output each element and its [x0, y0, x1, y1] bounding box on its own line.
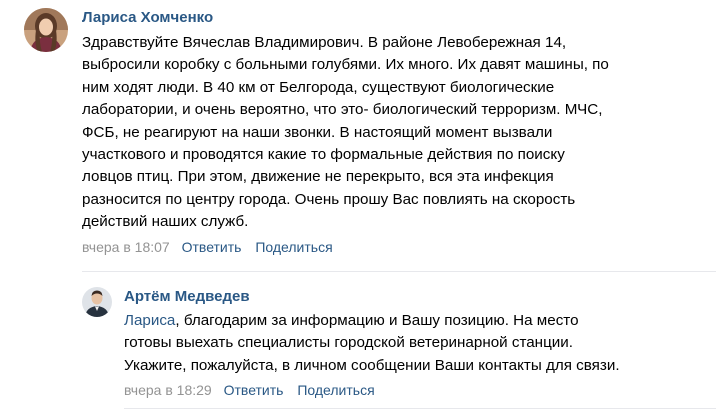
comment-body: Артём Медведев Лариса, благодарим за инф…	[124, 287, 714, 400]
comment-date[interactable]: вчера в 18:29	[124, 380, 212, 400]
reply-text: , благодарим за информацию и Вашу позици…	[124, 312, 620, 374]
comment-meta: вчера в 18:07 Ответить Поделиться	[82, 237, 712, 257]
divider	[124, 408, 716, 409]
user-avatar-photo-icon	[82, 287, 112, 317]
reply-to-name[interactable]: Лариса	[124, 312, 175, 329]
comment-author[interactable]: Артём Медведев	[124, 287, 714, 307]
comment-date[interactable]: вчера в 18:07	[82, 237, 170, 257]
reply-link[interactable]: Ответить	[224, 380, 284, 400]
divider	[82, 271, 716, 272]
user-avatar-photo-icon	[24, 8, 68, 52]
avatar[interactable]	[24, 8, 68, 52]
reply-link[interactable]: Ответить	[182, 237, 242, 257]
avatar[interactable]	[82, 287, 112, 317]
share-link[interactable]: Поделиться	[297, 380, 374, 400]
share-link[interactable]: Поделиться	[255, 237, 332, 257]
comment-meta: вчера в 18:29 Ответить Поделиться	[124, 380, 714, 400]
comment-body: Лариса Хомченко Здравствуйте Вячеслав Вл…	[82, 8, 712, 257]
comment-text: Здравствуйте Вячеслав Владимирович. В ра…	[82, 34, 609, 231]
comment-author[interactable]: Лариса Хомченко	[82, 8, 712, 28]
comment-text: Лариса, благодарим за информацию и Вашу …	[124, 310, 714, 377]
